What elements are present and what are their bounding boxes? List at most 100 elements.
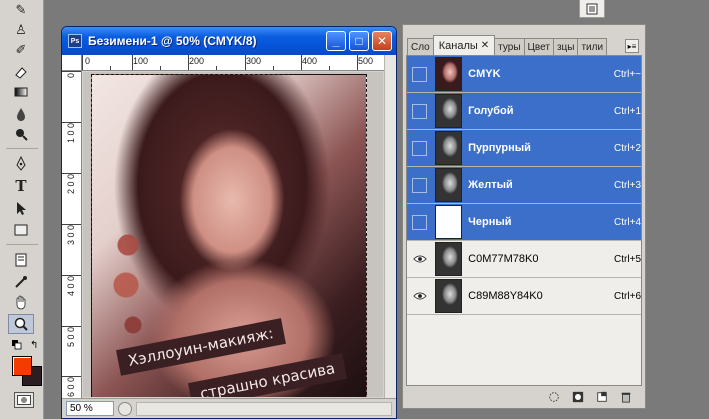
tab-channels[interactable]: Каналы ✕ [432, 35, 496, 55]
dodge-tool-icon[interactable] [8, 124, 34, 144]
ruler-top-label: 200 [189, 56, 205, 66]
visibility-toggle[interactable] [409, 63, 431, 85]
panel-tabs: Сло Каналы ✕ туры Цвет зцы тили [407, 35, 641, 55]
document-info-icon[interactable] [579, 0, 605, 18]
tab-swatches[interactable]: зцы [552, 38, 579, 55]
visibility-toggle[interactable] [409, 100, 431, 122]
channel-row-spot-1[interactable]: C0M77M78K0 Ctrl+5 [407, 241, 641, 278]
close-button[interactable]: ✕ [372, 31, 392, 51]
tab-label: Каналы [438, 39, 478, 52]
channel-row-cyan[interactable]: Голубой Ctrl+1 [407, 93, 641, 130]
channel-row-magenta[interactable]: Пурпурный Ctrl+2 [407, 130, 641, 167]
channel-name: C0M77M78K0 [468, 253, 539, 265]
rectangle-tool-icon[interactable] [8, 220, 34, 240]
path-selection-tool-icon[interactable] [8, 198, 34, 218]
tab-paths[interactable]: туры [494, 38, 525, 55]
channel-thumbnail [434, 205, 463, 239]
channel-row-yellow[interactable]: Желтый Ctrl+3 [407, 167, 641, 204]
panel-grip[interactable] [403, 25, 645, 33]
ruler-left-label: 5 0 0 [66, 327, 76, 348]
channel-row-black[interactable]: Черный Ctrl+4 [407, 204, 641, 241]
channel-shortcut: Ctrl+5 [614, 253, 641, 265]
type-tool-icon[interactable]: T [8, 176, 34, 196]
ruler-left-label: 3 0 0 [66, 225, 76, 246]
ruler-origin[interactable] [62, 55, 82, 71]
channel-name: Пурпурный [468, 142, 531, 154]
zoom-level-field[interactable]: 50 % [66, 401, 114, 416]
photoshop-doc-icon: Ps [68, 34, 82, 48]
brush-tool-icon[interactable]: ✎ [8, 0, 34, 20]
visibility-toggle[interactable] [409, 211, 431, 233]
channel-shortcut: Ctrl+4 [614, 216, 641, 228]
channel-thumbnail [434, 279, 463, 313]
channel-row-cmyk[interactable]: CMYK Ctrl+~ [407, 56, 641, 93]
horizontal-scrollbar[interactable] [136, 401, 392, 416]
halloween-ornament [98, 205, 158, 355]
eyedropper-tool-icon[interactable] [8, 272, 34, 292]
maximize-button[interactable]: □ [349, 31, 369, 51]
ruler-top-label: 0 [85, 56, 91, 66]
channel-row-spot-2[interactable]: C89M88Y84K0 Ctrl+6 [407, 278, 641, 315]
visibility-toggle[interactable] [409, 137, 431, 159]
tab-label: Цвет [527, 41, 550, 53]
channel-name: Желтый [468, 179, 513, 191]
status-bar: 50 % [62, 398, 396, 418]
tab-label: туры [498, 41, 521, 53]
load-selection-icon[interactable] [547, 390, 561, 404]
tab-close-icon[interactable]: ✕ [481, 40, 489, 51]
channels-panel: Сло Каналы ✕ туры Цвет зцы тили ▸≡ CMYK C… [402, 24, 646, 409]
channel-name: Голубой [468, 105, 514, 117]
channel-list: CMYK Ctrl+~ Голубой Ctrl+1 Пурпурный Ctr… [406, 55, 642, 386]
default-colors-icon[interactable] [12, 340, 22, 350]
channel-thumbnail [434, 168, 463, 202]
status-menu-icon[interactable] [118, 401, 132, 416]
tab-styles[interactable]: тили [577, 38, 608, 55]
channel-name: Черный [468, 216, 512, 228]
tab-layers[interactable]: Сло [407, 38, 434, 55]
ruler-top-label: 300 [246, 56, 262, 66]
channel-shortcut: Ctrl+1 [614, 105, 641, 117]
ruler-top-label: 500 [358, 56, 374, 66]
ruler-top-label: 100 [133, 56, 149, 66]
save-selection-icon[interactable] [571, 390, 585, 404]
new-channel-icon[interactable] [595, 390, 609, 404]
channel-thumbnail [434, 57, 463, 91]
foreground-color-swatch[interactable] [12, 356, 32, 376]
channel-thumbnail [434, 242, 463, 276]
quick-mask-icon[interactable] [14, 392, 34, 408]
channel-thumbnail [434, 94, 463, 128]
panel-footer [403, 386, 645, 408]
swap-colors-icon[interactable]: ↰ [30, 340, 38, 351]
tab-color[interactable]: Цвет [523, 38, 554, 55]
panel-menu-icon[interactable]: ▸≡ [625, 39, 639, 53]
eraser-tool-icon[interactable] [8, 62, 34, 82]
vertical-scrollbar[interactable] [384, 55, 396, 398]
ruler-left-label: 6 0 0 [66, 377, 76, 398]
hand-tool-icon[interactable] [8, 292, 34, 312]
ruler-left-label: 0 [66, 73, 76, 79]
horizontal-ruler[interactable]: 0 100 200 300 400 500 [82, 55, 384, 71]
trash-icon[interactable] [619, 390, 633, 404]
notes-tool-icon[interactable] [8, 250, 34, 270]
channel-shortcut: Ctrl+2 [614, 142, 641, 154]
eye-icon[interactable] [409, 285, 431, 307]
ruler-left-label: 2 0 0 [66, 174, 76, 195]
visibility-toggle[interactable] [409, 174, 431, 196]
zoom-tool-icon[interactable] [8, 314, 34, 334]
document-titlebar[interactable]: Ps Безимени-1 @ 50% (CMYK/8) _ □ ✕ [62, 27, 396, 55]
eye-icon[interactable] [409, 248, 431, 270]
vertical-ruler[interactable]: 0 1 0 0 2 0 0 3 0 0 4 0 0 5 0 0 6 0 0 [62, 71, 82, 398]
ruler-top-label: 400 [302, 56, 318, 66]
gradient-tool-icon[interactable] [8, 82, 34, 102]
document-window: Ps Безимени-1 @ 50% (CMYK/8) _ □ ✕ 0 100… [61, 26, 397, 419]
tab-label: тили [581, 41, 604, 53]
history-brush-tool-icon[interactable]: ✐ [8, 40, 34, 60]
minimize-button[interactable]: _ [326, 31, 346, 51]
toolbox: ✎ ♙ ✐ T ↰ [0, 0, 44, 419]
ruler-left-label: 1 0 0 [66, 123, 76, 144]
tab-label: Сло [411, 41, 430, 53]
pen-tool-icon[interactable] [8, 154, 34, 174]
blur-tool-icon[interactable] [8, 104, 34, 124]
canvas-area[interactable]: Хэллоуин-макияж: страшно красива [83, 72, 383, 397]
clone-stamp-tool-icon[interactable]: ♙ [8, 20, 34, 40]
